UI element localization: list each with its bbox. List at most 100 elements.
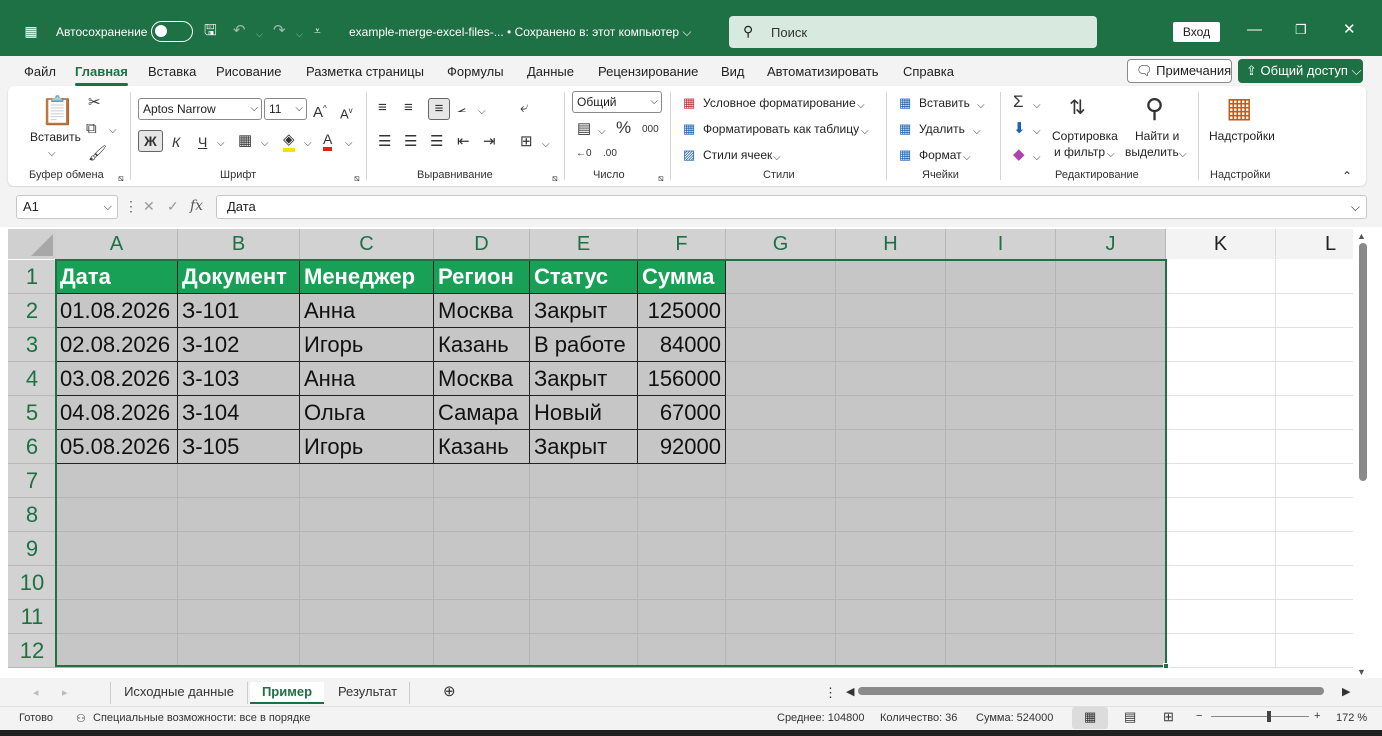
row-header[interactable]: 4: [8, 362, 56, 396]
prev-sheet-icon[interactable]: ◂: [33, 686, 39, 699]
column-header[interactable]: K: [1166, 229, 1276, 259]
conditional-formatting-icon[interactable]: ▦: [683, 95, 695, 111]
fill-dropdown-icon[interactable]: ⌵: [1033, 124, 1041, 140]
zoom-in-icon[interactable]: +: [1314, 710, 1320, 722]
zoom-slider-track[interactable]: [1211, 716, 1309, 717]
tab-file[interactable]: Файл: [24, 64, 56, 79]
align-middle-icon[interactable]: ≡: [404, 100, 413, 116]
format-as-table-icon[interactable]: ▦: [683, 121, 695, 137]
row-header[interactable]: 12: [8, 634, 56, 668]
autosave-toggle[interactable]: [151, 21, 193, 42]
chevron-down-icon[interactable]: ⌵: [1179, 147, 1187, 163]
row-header[interactable]: 8: [8, 498, 56, 532]
scroll-left-icon[interactable]: ◀: [846, 685, 854, 698]
zoom-slider-thumb[interactable]: [1267, 711, 1271, 722]
format-cells-icon[interactable]: ▦: [899, 147, 911, 163]
number-format-combo[interactable]: Общий ⌵: [572, 91, 662, 113]
borders-dropdown-icon[interactable]: ⌵: [261, 136, 269, 152]
chevron-down-icon[interactable]: ⌵: [963, 150, 971, 166]
status-sum[interactable]: Сумма: 524000: [976, 712, 1053, 724]
dialog-launcher-icon[interactable]: ⧅: [118, 170, 124, 186]
accessibility-icon[interactable]: ⚇: [76, 712, 86, 725]
decrease-font-icon[interactable]: Av: [340, 103, 353, 122]
save-icon[interactable]: 🖫: [204, 22, 217, 40]
cut-icon[interactable]: ✂: [88, 95, 101, 111]
bold-button[interactable]: Ж: [138, 130, 163, 152]
column-header[interactable]: H: [836, 229, 946, 259]
spreadsheet-grid[interactable]: A B C D E F G H I J K L 1 2 3 4 5 6 7 8 9 10 11 12 Дата Документ М…: [8, 229, 1353, 676]
sheet-tab-example[interactable]: Пример: [250, 682, 324, 704]
chevron-down-icon[interactable]: ⌵: [1107, 147, 1115, 163]
column-header[interactable]: B: [178, 229, 300, 259]
row-header[interactable]: 6: [8, 430, 56, 464]
tab-home[interactable]: Главная: [75, 64, 128, 86]
accessibility-status[interactable]: Специальные возможности: все в порядке: [93, 712, 310, 724]
horizontal-scroll-thumb[interactable]: [858, 687, 1324, 695]
restore-icon[interactable]: ❐: [1295, 20, 1307, 40]
find-select-line2[interactable]: выделить: [1125, 145, 1179, 159]
normal-view-icon[interactable]: ▦: [1084, 709, 1096, 725]
sheet-tab-result[interactable]: Результат: [326, 682, 410, 704]
row-header[interactable]: 10: [8, 566, 56, 600]
tab-draw[interactable]: Рисование: [216, 64, 281, 79]
align-top-icon[interactable]: ≡: [378, 100, 387, 116]
column-header[interactable]: C: [300, 229, 434, 259]
chevron-down-icon[interactable]: ⌵: [773, 150, 781, 166]
decrease-indent-icon[interactable]: ⇤: [457, 134, 470, 150]
sort-filter-icon[interactable]: ⇅: [1069, 96, 1086, 120]
wrap-text-icon[interactable]: ⤶: [520, 100, 528, 116]
tab-data[interactable]: Данные: [527, 64, 574, 79]
chevron-down-icon[interactable]: ⌵: [977, 98, 985, 114]
vertical-scroll-thumb[interactable]: [1359, 243, 1367, 481]
clear-dropdown-icon[interactable]: ⌵: [1033, 150, 1041, 166]
fill-color-dropdown-icon[interactable]: ⌵: [304, 136, 312, 152]
status-count[interactable]: Количество: 36: [880, 712, 957, 724]
close-icon[interactable]: ✕: [1343, 20, 1356, 40]
sort-filter-line2[interactable]: и фильтр: [1054, 145, 1105, 159]
name-box[interactable]: A1 ⌵: [16, 195, 118, 219]
conditional-formatting-button[interactable]: Условное форматирование: [703, 96, 856, 110]
merge-dropdown-icon[interactable]: ⌵: [542, 137, 550, 153]
font-color-icon[interactable]: A: [323, 131, 333, 151]
sort-filter-line1[interactable]: Сортировка: [1052, 129, 1118, 143]
paste-dropdown-icon[interactable]: ⌵: [48, 146, 56, 162]
redo-icon[interactable]: ↷: [273, 22, 286, 40]
percent-icon[interactable]: %: [616, 119, 631, 136]
next-sheet-icon[interactable]: ▸: [62, 686, 68, 699]
currency-dropdown-icon[interactable]: ⌵: [598, 124, 606, 140]
find-select-line1[interactable]: Найти и: [1135, 129, 1179, 143]
underline-button[interactable]: Ч: [198, 134, 207, 150]
row-header[interactable]: 5: [8, 396, 56, 430]
row-header[interactable]: 2: [8, 294, 56, 328]
autosum-dropdown-icon[interactable]: ⌵: [1033, 98, 1041, 114]
more-options-icon[interactable]: ⋮: [124, 198, 138, 215]
row-header[interactable]: 11: [8, 600, 56, 634]
row-header[interactable]: 3: [8, 328, 56, 362]
select-all-corner[interactable]: [8, 229, 56, 259]
row-header[interactable]: 7: [8, 464, 56, 498]
cancel-icon[interactable]: ✕: [143, 198, 155, 215]
chevron-down-icon[interactable]: ⌵: [861, 124, 869, 140]
paste-icon[interactable]: 📋: [40, 96, 75, 126]
font-size-combo[interactable]: 11 ⌵: [264, 98, 307, 120]
row-header[interactable]: 9: [8, 532, 56, 566]
tab-page-layout[interactable]: Разметка страницы: [306, 64, 424, 79]
clear-icon[interactable]: ◆: [1013, 147, 1025, 163]
column-header[interactable]: E: [530, 229, 638, 259]
undo-dropdown-icon[interactable]: ⌵: [256, 25, 263, 43]
comments-button[interactable]: 🗨 Примечания: [1127, 59, 1232, 83]
increase-font-icon[interactable]: A^: [313, 101, 327, 121]
find-select-icon[interactable]: ⚲: [1145, 94, 1164, 122]
addins-button[interactable]: Надстройки: [1209, 129, 1275, 143]
scroll-up-icon[interactable]: ▲: [1357, 231, 1366, 241]
cell-styles-button[interactable]: Стили ячеек: [703, 148, 772, 162]
zoom-out-icon[interactable]: −: [1196, 710, 1202, 722]
share-button[interactable]: ⇪ Общий доступ ⌵: [1238, 59, 1363, 83]
dialog-launcher-icon[interactable]: ⧅: [354, 170, 360, 186]
insert-cells-icon[interactable]: ▦: [899, 95, 911, 111]
vertical-scrollbar[interactable]: ▲ ▼: [1355, 229, 1369, 678]
column-header[interactable]: G: [726, 229, 836, 259]
copy-icon[interactable]: ⧉: [86, 121, 97, 137]
insert-function-icon[interactable]: fx: [190, 198, 203, 214]
align-left-icon[interactable]: ☰: [378, 134, 391, 150]
